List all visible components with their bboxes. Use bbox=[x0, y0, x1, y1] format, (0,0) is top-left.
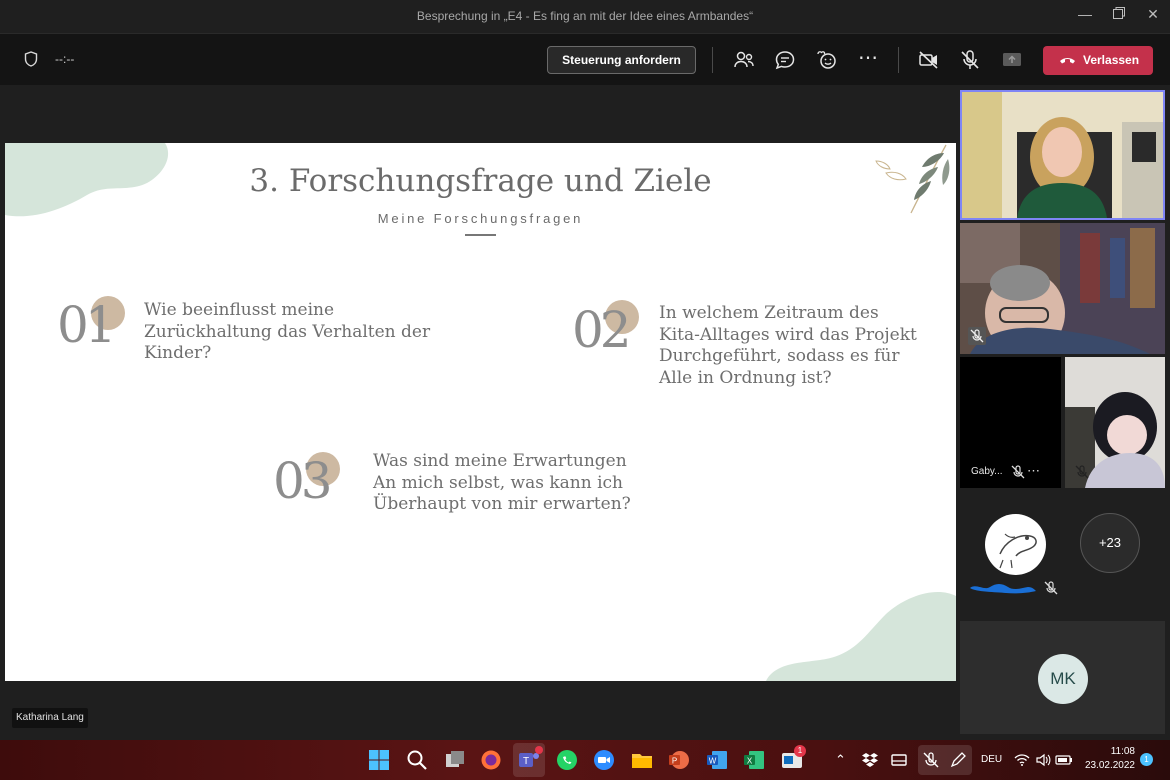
svg-text:W: W bbox=[709, 757, 717, 766]
minimize-icon[interactable]: — bbox=[1075, 6, 1095, 22]
bird-sketch-icon bbox=[999, 533, 1037, 569]
decor-blob-bottom-right bbox=[766, 592, 956, 681]
question-line: Wie beeinflusst meine bbox=[144, 300, 335, 320]
question-text: Wie beeinflusst meine Zurückhaltung das … bbox=[144, 300, 430, 365]
restore-icon[interactable] bbox=[1109, 6, 1129, 23]
slide-subtitle: Meine Forschungsfragen bbox=[377, 211, 584, 226]
show-hidden-icons-icon[interactable]: ⌃ bbox=[835, 752, 846, 768]
powerpoint-icon[interactable]: P bbox=[667, 748, 691, 772]
svg-text:X: X bbox=[747, 757, 753, 766]
speaker-icon[interactable] bbox=[1035, 752, 1051, 768]
participant-tile-mk[interactable]: MK bbox=[960, 621, 1165, 734]
question-text: Was sind meine Erwartungen An mich selbs… bbox=[373, 451, 631, 516]
mic-off-icon bbox=[1075, 465, 1089, 479]
participant-avatar[interactable] bbox=[985, 514, 1046, 575]
whatsapp-icon[interactable] bbox=[555, 748, 579, 772]
windows-start-icon[interactable] bbox=[367, 748, 391, 772]
toolbar-divider bbox=[712, 47, 713, 73]
presentation-slide: 3. Forschungsfrage und Ziele Meine Forsc… bbox=[5, 143, 956, 681]
more-options-icon[interactable]: ⋯ bbox=[856, 48, 880, 72]
word-icon[interactable]: W bbox=[705, 748, 729, 772]
question-line: Durchgeführt, sodass es für bbox=[659, 346, 900, 366]
share-screen-icon[interactable] bbox=[1000, 48, 1024, 72]
question-line: Zurückhaltung das Verhalten der bbox=[144, 321, 431, 342]
zoom-icon[interactable] bbox=[592, 748, 616, 772]
mic-off-icon bbox=[1044, 581, 1058, 595]
question-line: Alle in Ordnung ist? bbox=[659, 367, 832, 388]
slide-divider bbox=[465, 234, 496, 236]
hang-up-icon bbox=[1060, 58, 1075, 64]
slide-title: 3. Forschungsfrage und Ziele bbox=[249, 163, 712, 199]
excel-icon[interactable]: X bbox=[742, 748, 766, 772]
question-line: Kita-Alltages wird das Projekt bbox=[659, 324, 917, 345]
mic-off-icon bbox=[1011, 465, 1025, 479]
mic-off-icon[interactable] bbox=[958, 48, 982, 72]
battery-saver-icon[interactable] bbox=[890, 751, 908, 769]
leave-button-label: Verlassen bbox=[1083, 53, 1140, 67]
shield-icon[interactable] bbox=[24, 51, 38, 67]
question-line: Was sind meine Erwartungen bbox=[373, 451, 627, 471]
windows-taskbar: T P W X 1 ⌃ DEU 11:08 23.02.2022 1 bbox=[0, 740, 1170, 780]
redacted-name-scribble bbox=[970, 584, 1036, 594]
search-icon[interactable] bbox=[405, 748, 429, 772]
meeting-timer: --:-- bbox=[55, 52, 75, 66]
presenter-name-tag: Katharina Lang bbox=[12, 708, 88, 728]
question-number: 03 bbox=[273, 452, 333, 510]
participant-tile-gaby[interactable]: Gaby... ⋯ bbox=[960, 357, 1061, 488]
outlook-badge: 1 bbox=[794, 745, 806, 757]
meeting-toolbar: --:-- Steuerung anfordern ⋯ Verlassen bbox=[0, 33, 1170, 85]
camera-off-icon[interactable] bbox=[917, 48, 941, 72]
svg-text:P: P bbox=[672, 757, 677, 766]
participant-video-tile[interactable] bbox=[960, 223, 1165, 354]
input-language[interactable]: DEU bbox=[981, 754, 1002, 765]
question-line: Überhaupt von mir erwarten? bbox=[373, 494, 631, 514]
dropbox-icon[interactable] bbox=[861, 751, 879, 769]
mic-off-icon bbox=[968, 327, 986, 345]
participant-video-tile-active[interactable] bbox=[960, 90, 1165, 220]
question-line: Kinder? bbox=[144, 343, 212, 363]
clock-date[interactable]: 23.02.2022 bbox=[1080, 760, 1135, 771]
pen-icon[interactable] bbox=[949, 751, 967, 769]
teams-status-dot bbox=[535, 746, 543, 754]
question-line: An mich selbst, was kann ich bbox=[373, 472, 623, 493]
chat-icon[interactable] bbox=[773, 48, 797, 72]
mic-muted-tray-icon[interactable] bbox=[922, 751, 940, 769]
toolbar-divider bbox=[898, 47, 899, 73]
participant-video-tile[interactable] bbox=[1065, 357, 1165, 488]
reactions-icon[interactable] bbox=[814, 48, 838, 72]
svg-text:T: T bbox=[523, 756, 529, 767]
participant-video bbox=[962, 92, 1163, 218]
question-number: 01 bbox=[57, 296, 117, 354]
notification-badge[interactable]: 1 bbox=[1140, 753, 1153, 766]
question-text: In welchem Zeitraum des Kita-Alltages wi… bbox=[659, 303, 917, 389]
window-titlebar: Besprechung in „E4 - Es fing an mit der … bbox=[0, 0, 1170, 33]
participant-video bbox=[960, 223, 1165, 354]
file-explorer-icon[interactable] bbox=[630, 748, 654, 772]
participants-icon[interactable] bbox=[732, 48, 756, 72]
leave-button[interactable]: Verlassen bbox=[1043, 46, 1153, 75]
more-options-icon[interactable]: ⋯ bbox=[1027, 463, 1040, 479]
wifi-icon[interactable] bbox=[1014, 752, 1030, 768]
participant-name: Gaby... bbox=[971, 466, 1003, 477]
battery-icon[interactable] bbox=[1055, 752, 1073, 768]
question-line: In welchem Zeitraum des bbox=[659, 303, 879, 323]
participant-initials-avatar: MK bbox=[1038, 654, 1088, 704]
clock-time[interactable]: 11:08 bbox=[1085, 746, 1135, 757]
close-icon[interactable]: ✕ bbox=[1143, 6, 1163, 23]
question-number: 02 bbox=[572, 301, 632, 359]
more-participants-button[interactable]: +23 bbox=[1080, 513, 1140, 573]
firefox-icon[interactable] bbox=[479, 748, 503, 772]
task-view-icon[interactable] bbox=[443, 748, 467, 772]
request-control-button[interactable]: Steuerung anfordern bbox=[547, 46, 696, 74]
window-title: Besprechung in „E4 - Es fing an mit der … bbox=[416, 9, 754, 23]
